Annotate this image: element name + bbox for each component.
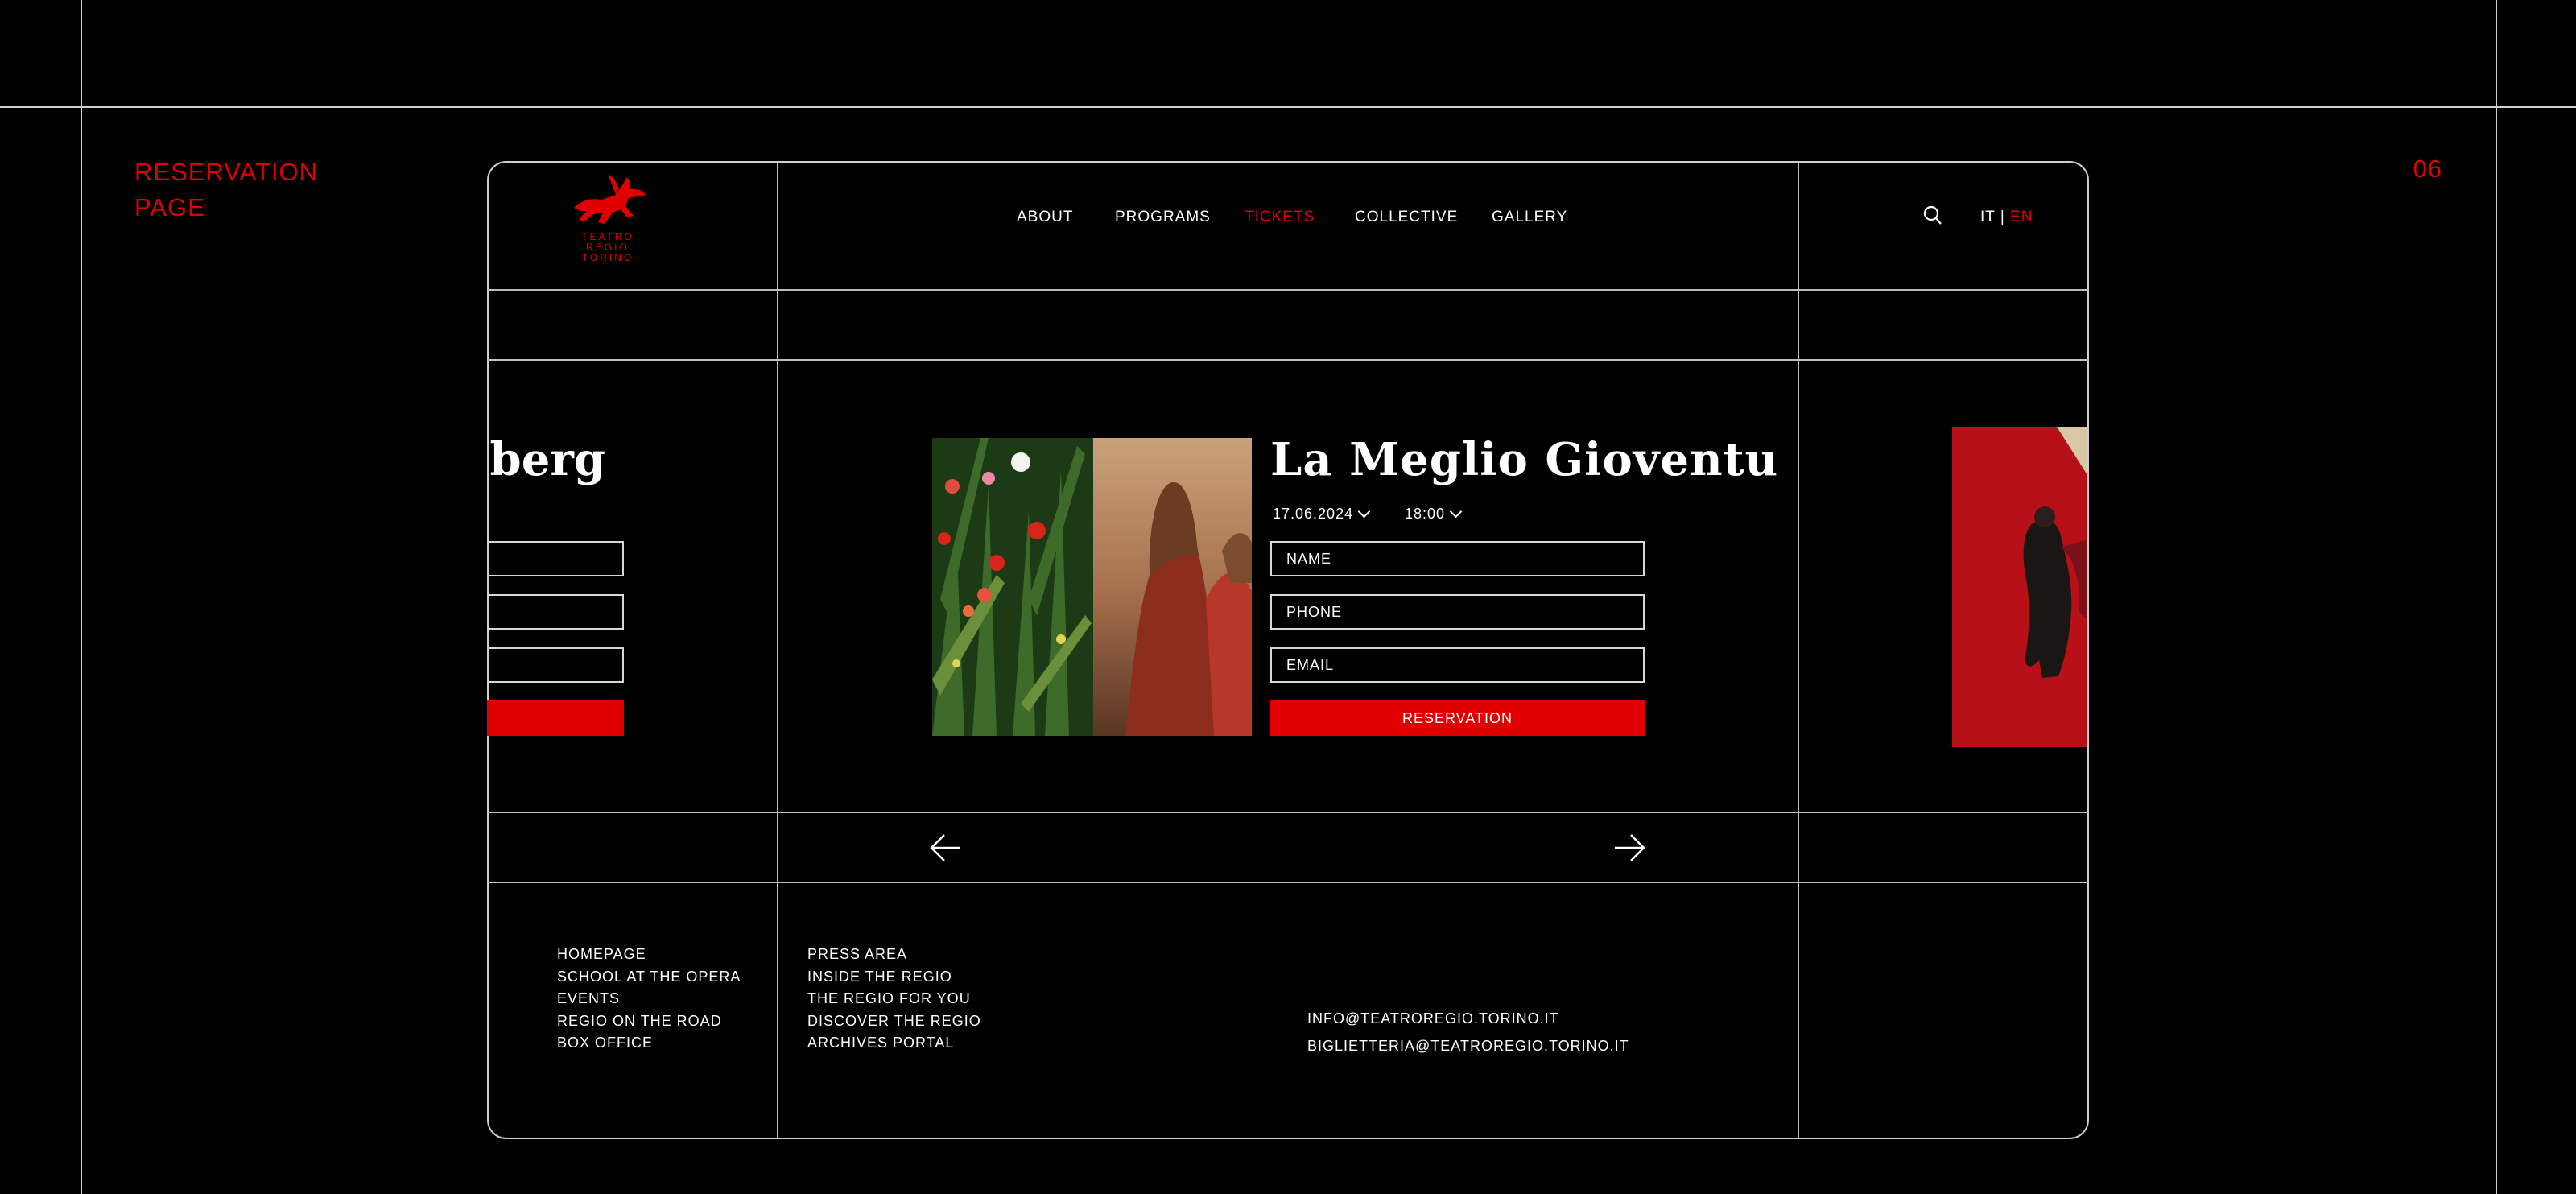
nav-about[interactable]: ABOUT: [1017, 209, 1073, 226]
page-label: RESERVATION PAGE: [134, 155, 318, 225]
lang-it[interactable]: IT: [1980, 209, 1996, 225]
phone-field[interactable]: PHONE: [1270, 594, 1645, 630]
time-value: 18:00: [1405, 506, 1446, 522]
footer-link-road[interactable]: REGIO ON THE ROAD: [557, 1010, 741, 1033]
guide-line-right: [2496, 0, 2497, 1194]
arrow-right-icon: [1615, 834, 1645, 861]
prev-event-field-3[interactable]: [487, 647, 624, 683]
prev-event-reservation-button[interactable]: [487, 700, 624, 736]
footer-contacts: INFO@TEATROREGIO.TORINO.IT BIGLIETTERIA@…: [1307, 1005, 1629, 1060]
page-number: 06: [2413, 155, 2442, 183]
arrow-left-icon: [930, 834, 960, 861]
logo-text-line3: TORINO: [581, 252, 634, 263]
search-button[interactable]: [1922, 205, 1943, 227]
footer-link-events[interactable]: EVENTS: [557, 988, 741, 1010]
page-label-line2: PAGE: [134, 193, 205, 221]
prev-event-title: nberg: [489, 433, 609, 498]
next-event-image: [1952, 427, 2087, 747]
chevron-down-icon: [1449, 505, 1463, 519]
footer-link-school[interactable]: SCHOOL AT THE OPERA: [557, 966, 741, 989]
prev-event-title-text: nberg: [489, 433, 605, 486]
footer-link-press[interactable]: PRESS AREA: [807, 944, 981, 966]
event-image: [932, 438, 1252, 736]
footer-links-col2: PRESS AREA INSIDE THE REGIO THE REGIO FO…: [807, 944, 981, 1055]
contact-info-email[interactable]: INFO@TEATROREGIO.TORINO.IT: [1307, 1005, 1629, 1032]
prev-event-field-1[interactable]: [487, 541, 624, 576]
page-label-line1: RESERVATION: [134, 158, 319, 186]
guide-line-top: [0, 106, 2576, 108]
lang-separator: |: [2000, 209, 2005, 225]
reservation-button[interactable]: RESERVATION: [1270, 700, 1645, 736]
footer-link-inside[interactable]: INSIDE THE REGIO: [807, 966, 981, 989]
date-select[interactable]: 17.06.2024: [1273, 505, 1371, 523]
frame-divider-h1: [488, 289, 2088, 291]
footer-link-for-you[interactable]: THE REGIO FOR YOU: [807, 988, 981, 1010]
email-field[interactable]: EMAIL: [1270, 647, 1645, 683]
time-select[interactable]: 18:00: [1405, 505, 1463, 523]
nav-tickets[interactable]: TICKETS: [1245, 209, 1315, 226]
contact-tickets-email[interactable]: BIGLIETTERIA@TEATROREGIO.TORINO.IT: [1307, 1032, 1629, 1060]
footer-links-col1: HOMEPAGE SCHOOL AT THE OPERA EVENTS REGI…: [557, 944, 741, 1055]
search-icon: [1923, 205, 1942, 225]
nav-collective[interactable]: COLLECTIVE: [1355, 209, 1458, 226]
lang-en[interactable]: EN: [2010, 209, 2033, 225]
nav-gallery[interactable]: GALLERY: [1492, 209, 1567, 226]
frame-divider-h4: [488, 882, 2088, 883]
prev-event-field-2[interactable]: [487, 594, 624, 630]
frame-divider-v2: [1798, 162, 1799, 1138]
name-field[interactable]: NAME: [1270, 541, 1645, 576]
chevron-down-icon: [1357, 505, 1371, 519]
frame-divider-h2: [488, 359, 2088, 361]
footer-link-box-office[interactable]: BOX OFFICE: [557, 1032, 741, 1055]
event-title: La Meglio Gioventu: [1270, 433, 1779, 486]
logo-horse-icon: [574, 174, 646, 224]
guide-line-left: [80, 0, 82, 1194]
prev-arrow-button[interactable]: [928, 832, 964, 864]
nav-programs[interactable]: PROGRAMS: [1115, 209, 1211, 226]
footer-link-discover[interactable]: DISCOVER THE REGIO: [807, 1010, 981, 1033]
footer-link-archives[interactable]: ARCHIVES PORTAL: [807, 1032, 981, 1055]
frame-divider-v1: [777, 162, 778, 1138]
date-value: 17.06.2024: [1273, 506, 1354, 522]
frame-divider-h3: [488, 812, 2088, 813]
logo-text: TEATRO REGIO TORINO: [559, 232, 656, 263]
next-arrow-button[interactable]: [1612, 832, 1647, 864]
footer-link-homepage[interactable]: HOMEPAGE: [557, 944, 741, 966]
language-switch: IT | EN: [1980, 209, 2033, 226]
